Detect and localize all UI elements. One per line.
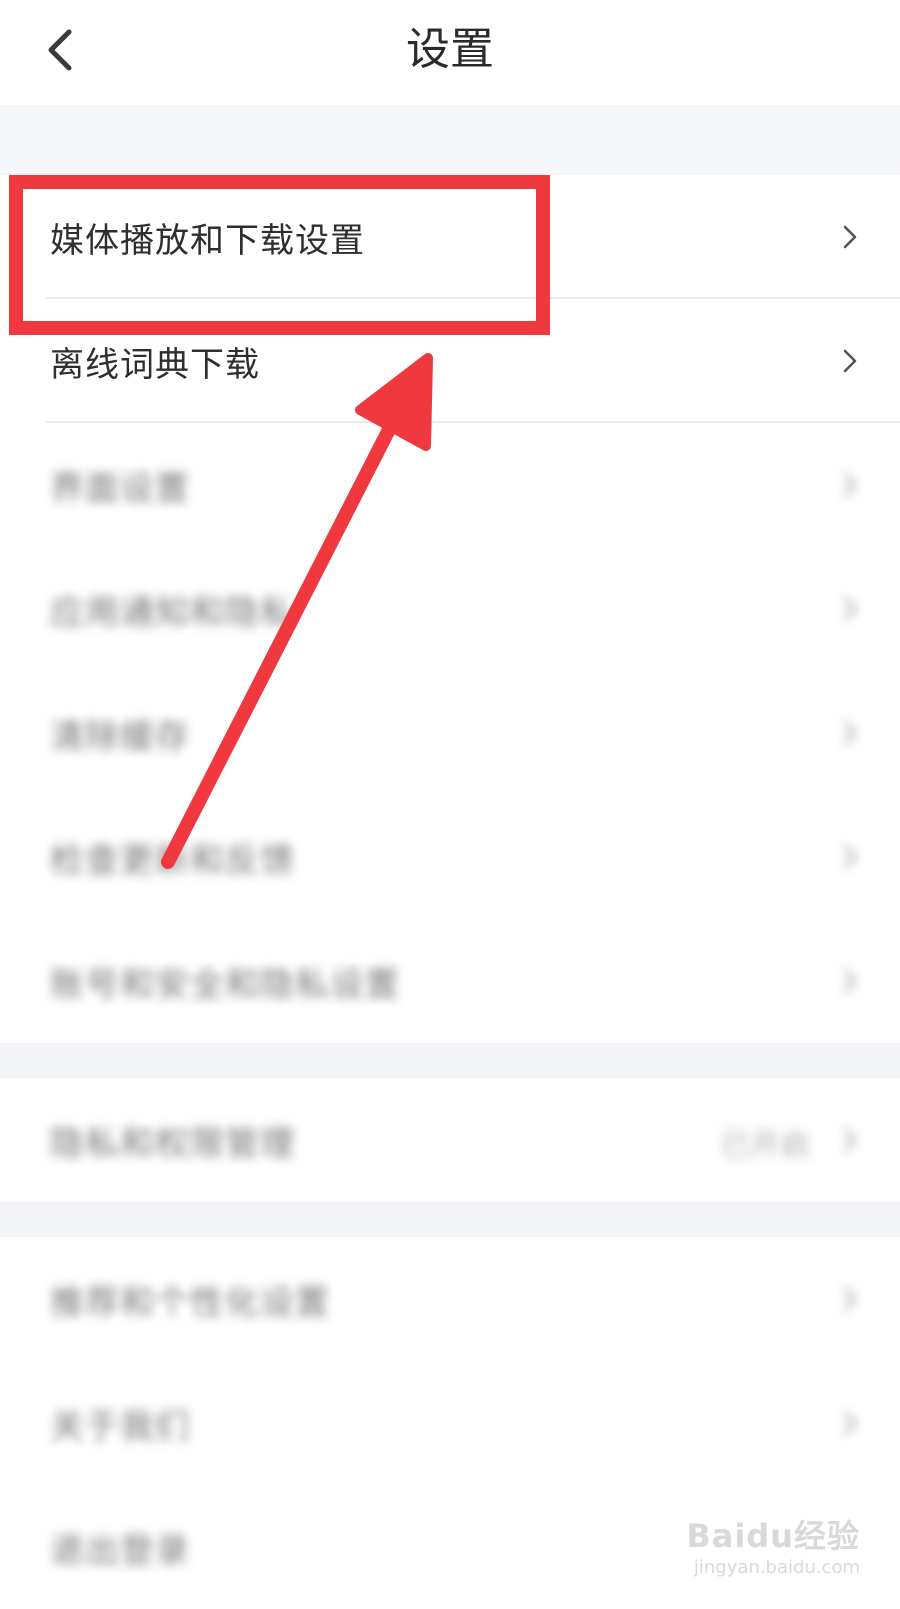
settings-section-2: 隐私和权限管理 已开启 <box>0 1078 900 1202</box>
settings-item-label: 清除缓存 <box>50 716 190 757</box>
settings-item-blurred-4[interactable]: 应用通知和隐私 <box>0 547 900 671</box>
settings-item-blurred-10[interactable]: 关于我们 <box>0 1361 900 1485</box>
chevron-right-icon <box>843 969 857 993</box>
settings-item-blurred-9[interactable]: 推荐和个性化设置 <box>0 1237 900 1361</box>
chevron-right-icon <box>843 349 857 373</box>
chevron-right-icon <box>843 225 857 249</box>
chevron-right-icon <box>843 1287 857 1311</box>
settings-item-media-playback-download[interactable]: 媒体播放和下载设置 <box>0 175 900 299</box>
settings-item-label: 退出登录 <box>50 1530 190 1571</box>
settings-section-3: 推荐和个性化设置 关于我们 退出登录 <box>0 1237 900 1609</box>
section-gap <box>0 1043 900 1078</box>
settings-item-blurred-7[interactable]: 账号和安全和隐私设置 <box>0 919 900 1043</box>
top-navigation-bar: 设置 <box>0 0 900 105</box>
page-title: 设置 <box>406 24 494 75</box>
settings-item-blurred-6[interactable]: 检查更新和反馈 <box>0 795 900 919</box>
section-gap <box>0 1202 900 1237</box>
settings-item-label: 关于我们 <box>50 1406 190 1447</box>
settings-item-label: 界面设置 <box>50 468 190 509</box>
settings-item-label: 检查更新和反馈 <box>50 840 295 881</box>
chevron-right-icon <box>843 721 857 745</box>
settings-section-1: 媒体播放和下载设置 离线词典下载 界面设置 应用通知和隐私 清除缓存 检查更新和… <box>0 175 900 1043</box>
settings-item-label: 推荐和个性化设置 <box>50 1282 330 1323</box>
settings-item-label: 应用通知和隐私 <box>50 592 295 633</box>
chevron-right-icon <box>843 597 857 621</box>
settings-item-blurred-11[interactable]: 退出登录 <box>0 1485 900 1609</box>
chevron-right-icon <box>843 473 857 497</box>
chevron-right-icon <box>843 1128 857 1152</box>
chevron-right-icon <box>843 1411 857 1435</box>
settings-item-blurred-5[interactable]: 清除缓存 <box>0 671 900 795</box>
settings-item-label: 隐私和权限管理 <box>50 1123 295 1164</box>
settings-item-blurred-3[interactable]: 界面设置 <box>0 423 900 547</box>
settings-item-blurred-8[interactable]: 隐私和权限管理 已开启 <box>0 1078 900 1202</box>
settings-item-value: 已开启 <box>720 1128 810 1163</box>
settings-item-label: 账号和安全和隐私设置 <box>50 964 400 1005</box>
chevron-right-icon <box>843 845 857 869</box>
settings-item-label: 媒体播放和下载设置 <box>50 220 365 261</box>
settings-item-offline-dictionary[interactable]: 离线词典下载 <box>0 299 900 423</box>
settings-item-label: 离线词典下载 <box>50 344 260 385</box>
